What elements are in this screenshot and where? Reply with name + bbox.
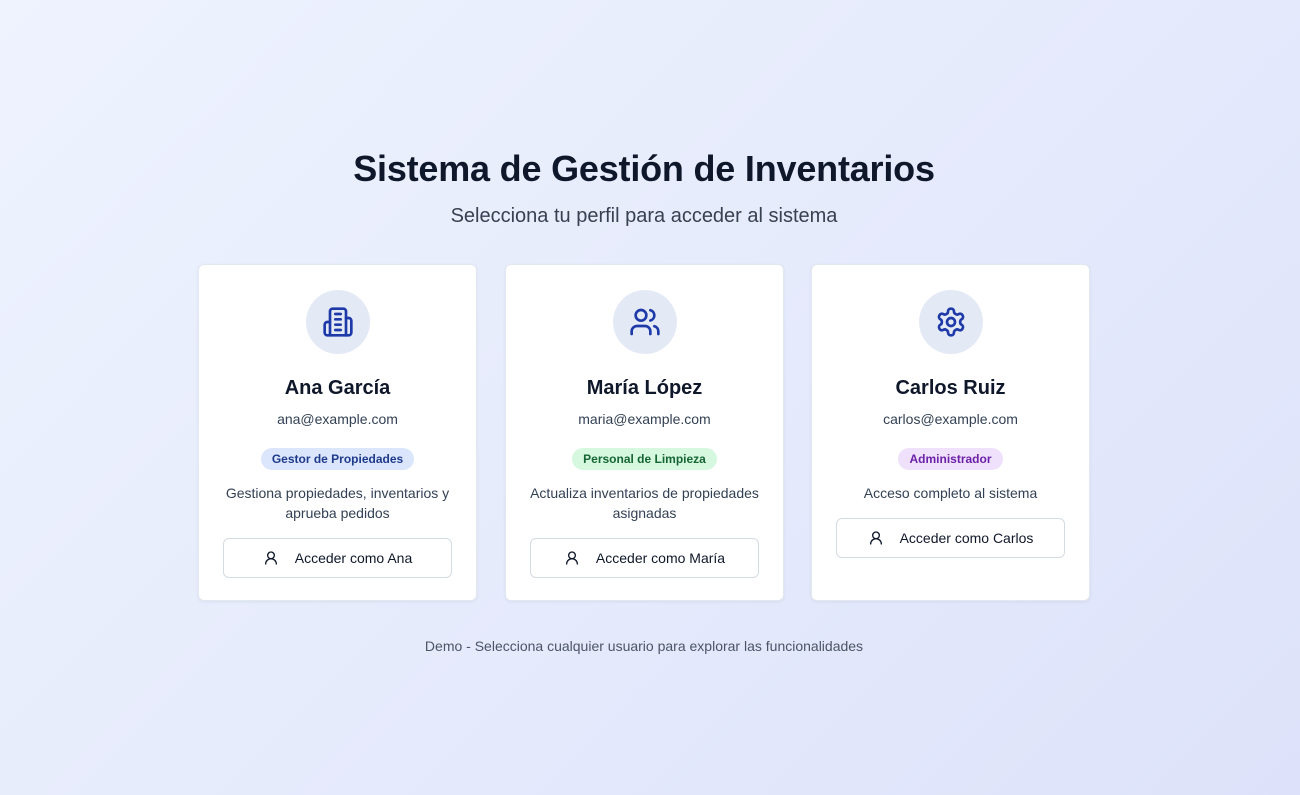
button-label: Acceder como Ana [294, 550, 413, 566]
page-title: Sistema de Gestión de Inventarios [353, 148, 935, 189]
profile-description: Gestiona propiedades, inventarios y apru… [225, 485, 450, 521]
gear-icon [937, 307, 964, 337]
user-icon [564, 550, 580, 566]
button-label: Acceder como María [595, 550, 726, 566]
button-label: Acceder como Carlos [899, 530, 1034, 546]
profile-name: Carlos Ruiz [895, 377, 1006, 399]
building-icon [322, 307, 353, 337]
profile-card-carlos: Carlos Ruiz carlos@example.com Administr… [811, 264, 1090, 601]
profile-email: carlos@example.com [883, 411, 1018, 427]
profile-email: maria@example.com [578, 411, 711, 427]
profile-name: Ana García [284, 377, 391, 399]
role-badge-wrapper: Administrador [812, 448, 1089, 470]
profile-selection-page: Sistema de Gestión de Inventarios Selecc… [0, 0, 1300, 795]
users-icon [629, 308, 660, 336]
profile-description: Actualiza inventarios de propiedades asi… [530, 485, 759, 521]
user-icon [263, 550, 279, 566]
profile-card-ana: Ana García ana@example.com Gestor de Pro… [198, 264, 477, 601]
profile-icon-container [612, 290, 677, 354]
profile-icon-container [305, 290, 370, 354]
role-badge: Gestor de Propiedades [260, 448, 415, 470]
role-badge: Administrador [898, 448, 1003, 470]
role-badge-wrapper: Personal de Limpieza [506, 448, 783, 470]
profile-description: Acceso completo al sistema [863, 485, 1038, 501]
demo-footer-note: Demo - Selecciona cualquier usuario para… [424, 638, 864, 654]
profile-icon-container [918, 290, 983, 354]
profile-email: ana@example.com [277, 411, 398, 427]
role-badge: Personal de Limpieza [572, 448, 717, 470]
profile-card-maria: María López maria@example.com Personal d… [505, 264, 784, 601]
profile-name: María López [586, 377, 703, 399]
login-as-ana-button[interactable]: Acceder como Ana [223, 538, 452, 578]
login-as-maria-button[interactable]: Acceder como María [530, 538, 759, 578]
role-badge-wrapper: Gestor de Propiedades [199, 448, 476, 470]
page-subtitle: Selecciona tu perfil para acceder al sis… [450, 205, 838, 227]
user-icon [868, 530, 884, 546]
login-as-carlos-button[interactable]: Acceder como Carlos [836, 518, 1065, 558]
